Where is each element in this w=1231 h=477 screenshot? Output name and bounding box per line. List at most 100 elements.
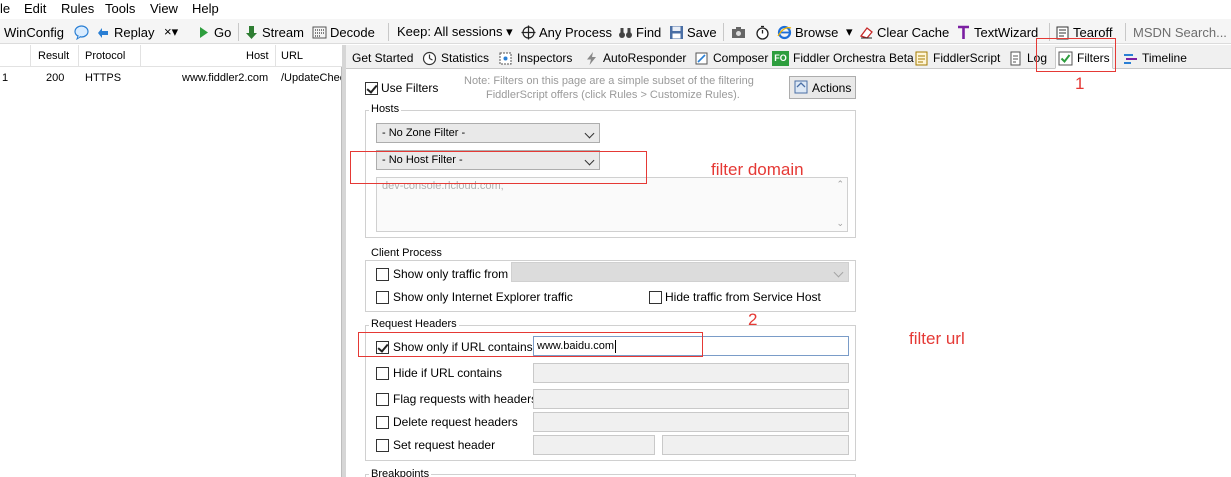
screenshot-button[interactable] xyxy=(731,23,746,41)
annotation-box-filters-tab xyxy=(1036,38,1116,72)
show-only-traffic-from-checkbox[interactable] xyxy=(376,268,389,281)
find-button[interactable]: Find xyxy=(618,23,661,41)
tab-label: FiddlerScript xyxy=(933,51,1001,65)
request-headers-group-title: Request Headers xyxy=(369,318,459,330)
tab-label: AutoResponder xyxy=(603,51,687,65)
flag-requests-checkbox[interactable] xyxy=(376,393,389,406)
comment-icon xyxy=(74,24,89,40)
go-button[interactable]: Go xyxy=(196,23,231,41)
save-label: Save xyxy=(687,24,717,40)
zone-filter-dropdown[interactable]: - No Zone Filter - xyxy=(376,123,600,143)
tab-composer[interactable]: Composer xyxy=(692,47,770,69)
timer-button[interactable] xyxy=(755,23,770,41)
process-dropdown[interactable] xyxy=(511,262,849,282)
scroll-down-icon[interactable]: ⌄ xyxy=(836,218,844,229)
stream-button[interactable]: Stream xyxy=(244,23,304,41)
script-icon xyxy=(914,51,929,66)
replay-icon xyxy=(96,25,111,40)
tab-get-started[interactable]: Get Started xyxy=(350,47,415,69)
stream-icon xyxy=(244,25,259,40)
hide-service-host-label: Hide traffic from Service Host xyxy=(665,290,821,304)
decode-label: Decode xyxy=(330,24,375,40)
timer-icon xyxy=(422,51,437,66)
delete-headers-checkbox[interactable] xyxy=(376,416,389,429)
session-list-header: Result Protocol Host URL xyxy=(0,45,342,67)
browse-button[interactable]: Browse xyxy=(777,23,838,41)
msdn-search-input[interactable]: MSDN Search... xyxy=(1133,23,1227,41)
set-header-value-input[interactable] xyxy=(662,435,849,455)
binoculars-icon xyxy=(618,25,633,40)
column-url[interactable]: URL xyxy=(281,50,303,62)
column-result[interactable]: Result xyxy=(38,50,69,62)
hide-if-url-checkbox[interactable] xyxy=(376,367,389,380)
comment-button[interactable] xyxy=(74,23,89,41)
keep-sessions-dropdown[interactable]: Keep: All sessions ▾ xyxy=(397,23,513,41)
save-button[interactable]: Save xyxy=(669,23,717,41)
hosts-group-title: Hosts xyxy=(369,103,402,115)
host-list-textarea[interactable]: dev-console.rlcloud.com; ⌃ ⌄ xyxy=(376,177,848,232)
toolbar-separator xyxy=(1125,23,1126,41)
replay-label: Replay xyxy=(114,24,155,40)
menu-edit[interactable]: Edit xyxy=(24,1,46,16)
winconfig-button[interactable]: WinConfig xyxy=(4,23,64,41)
column-divider xyxy=(78,45,79,67)
use-filters-checkbox[interactable] xyxy=(365,82,378,95)
filters-note-line2: FiddlerScript offers (click Rules > Cust… xyxy=(486,89,740,101)
decode-button[interactable]: Decode xyxy=(312,23,375,41)
actions-button[interactable]: Actions xyxy=(789,76,856,99)
column-divider xyxy=(140,45,141,67)
delete-headers-label: Delete request headers xyxy=(393,415,518,429)
ie-icon xyxy=(777,25,792,40)
set-header-name-input[interactable] xyxy=(533,435,655,455)
browse-label: Browse xyxy=(795,24,839,40)
find-label: Find xyxy=(636,24,662,40)
menu-file[interactable]: le xyxy=(0,1,10,16)
hide-service-host-checkbox[interactable] xyxy=(649,291,662,304)
tab-label: Get Started xyxy=(352,51,414,65)
timeline-icon xyxy=(1123,51,1138,66)
menu-help[interactable]: Help xyxy=(192,1,219,16)
remove-button[interactable]: ×▾ xyxy=(164,23,178,41)
menu-tools[interactable]: Tools xyxy=(105,1,135,16)
set-header-label: Set request header xyxy=(393,438,496,452)
actions-label: Actions xyxy=(812,80,852,95)
flag-requests-input[interactable] xyxy=(533,389,849,409)
column-divider xyxy=(275,45,276,67)
tab-statistics[interactable]: Statistics xyxy=(420,47,491,69)
tab-autoresponder[interactable]: AutoResponder xyxy=(582,47,688,69)
log-icon xyxy=(1008,51,1023,66)
annotation-filter-domain: filter domain xyxy=(711,160,804,179)
tab-fiddler-orchestra-beta[interactable]: FO Fiddler Orchestra Beta xyxy=(770,47,916,69)
row-result: 200 xyxy=(46,72,65,84)
tab-inspectors[interactable]: Inspectors xyxy=(496,47,574,69)
row-number: 1 xyxy=(2,72,9,84)
clear-cache-button[interactable]: Clear Cache xyxy=(859,23,949,41)
decode-icon xyxy=(312,25,327,40)
use-filters-label: Use Filters xyxy=(381,81,439,95)
clear-cache-label: Clear Cache xyxy=(877,24,950,40)
save-icon xyxy=(669,25,684,40)
composer-icon xyxy=(694,51,709,66)
column-protocol[interactable]: Protocol xyxy=(85,50,125,62)
replay-button[interactable]: Replay xyxy=(96,23,154,41)
show-only-traffic-from-label: Show only traffic from xyxy=(393,267,509,281)
annotation-filter-url: filter url xyxy=(909,329,965,348)
textwizard-button[interactable]: TextWizard xyxy=(956,23,1038,41)
delete-headers-input[interactable] xyxy=(533,412,849,432)
tab-fiddlerscript[interactable]: FiddlerScript xyxy=(912,47,1002,69)
menu-rules[interactable]: Rules xyxy=(61,1,94,16)
any-process-button[interactable]: Any Process xyxy=(521,23,612,41)
zone-filter-value: - No Zone Filter - xyxy=(382,127,466,139)
tab-timeline[interactable]: Timeline xyxy=(1121,47,1189,69)
hide-if-url-input[interactable] xyxy=(533,363,849,383)
browse-dropdown-arrow[interactable]: ▾ xyxy=(846,23,853,41)
row-host: www.fiddler2.com xyxy=(182,72,269,84)
scroll-up-icon[interactable]: ⌃ xyxy=(836,179,844,190)
toolbar-separator xyxy=(723,23,724,41)
set-header-checkbox[interactable] xyxy=(376,439,389,452)
annotation-box-host-filter xyxy=(350,151,647,184)
column-host[interactable]: Host xyxy=(246,50,269,62)
filters-note-line1: Note: Filters on this page are a simple … xyxy=(464,75,754,87)
show-only-ie-checkbox[interactable] xyxy=(376,291,389,304)
menu-view[interactable]: View xyxy=(150,1,178,16)
